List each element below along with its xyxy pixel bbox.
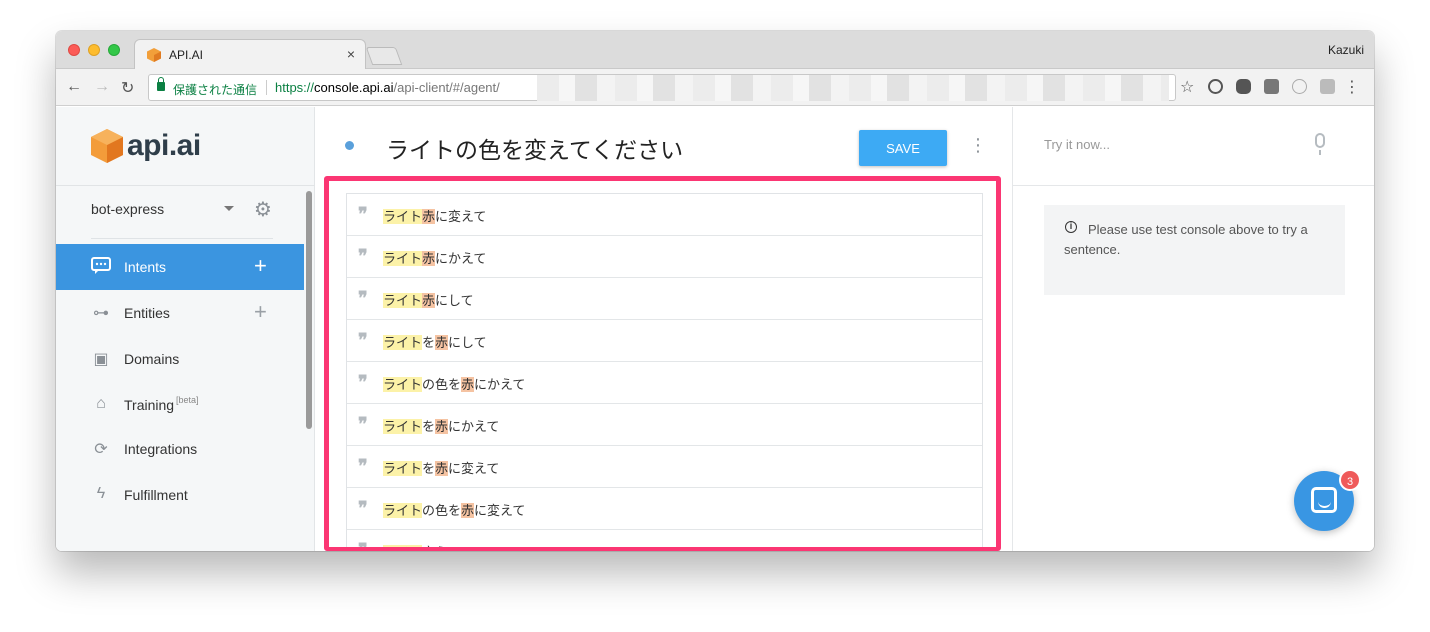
console-divider bbox=[1013, 185, 1374, 186]
intent-name-field[interactable]: ライトの色を変えてください bbox=[386, 131, 683, 165]
extension-square-icon[interactable] bbox=[1264, 79, 1279, 94]
redacted-url-region bbox=[537, 75, 1169, 101]
sidebar-item-label: Training bbox=[124, 397, 175, 413]
browser-tab[interactable]: API.AI × bbox=[134, 39, 366, 70]
info-message-box: i Please use test console above to try a… bbox=[1044, 205, 1345, 295]
bookmark-star-icon[interactable]: ☆ bbox=[1180, 77, 1194, 97]
omnibox-divider bbox=[266, 80, 267, 95]
address-toolbar: ← → ↻ 保護された通信 https://console.api.ai/api… bbox=[56, 69, 1374, 106]
logo-box-icon bbox=[91, 129, 123, 163]
sidebar-item-label: Entities bbox=[124, 305, 170, 321]
close-window-button[interactable] bbox=[68, 44, 80, 56]
secure-label: 保護された通信 bbox=[173, 83, 258, 97]
tab-title: API.AI bbox=[169, 48, 204, 62]
sidebar-item-label: Fulfillment bbox=[124, 487, 188, 503]
chat-notification-badge: 3 bbox=[1339, 469, 1361, 491]
add-entities-icon[interactable]: + bbox=[254, 299, 267, 325]
sidebar-item-label: Integrations bbox=[124, 441, 198, 457]
graduation-cap-icon: ⌂ bbox=[96, 395, 106, 412]
gear-icon[interactable]: ⚙ bbox=[254, 197, 272, 222]
sync-icon: ⟳ bbox=[94, 441, 108, 458]
sidebar-item-label: Intents bbox=[124, 259, 167, 275]
minimize-window-button[interactable] bbox=[88, 44, 100, 56]
sidebar-item-domains[interactable]: ▣ Domains bbox=[56, 336, 304, 382]
extension-image-icon[interactable] bbox=[1320, 79, 1335, 94]
back-arrow-icon[interactable]: ← bbox=[66, 78, 82, 96]
sidebar-item-fulfillment[interactable]: ϟ Fulfillment bbox=[56, 472, 304, 518]
agent-divider bbox=[91, 238, 273, 239]
forward-arrow-icon[interactable]: → bbox=[94, 78, 110, 96]
sidebar: api.ai bot-express ⚙ Intents + ⊶ Entities + ▣… bbox=[56, 107, 315, 551]
extension-circle-icon[interactable] bbox=[1292, 79, 1307, 94]
save-button[interactable]: SAVE bbox=[859, 130, 947, 166]
intent-status-dot bbox=[345, 141, 354, 150]
sidebar-item-entities[interactable]: ⊶ Entities + bbox=[56, 290, 304, 336]
agent-name[interactable]: bot-express bbox=[91, 201, 164, 217]
sidebar-item-training[interactable]: ⌂ Training [beta] bbox=[56, 382, 304, 428]
sidebar-divider bbox=[56, 185, 315, 186]
sidebar-item-label: Domains bbox=[124, 351, 180, 367]
logo-text: api.ai bbox=[127, 129, 201, 162]
intent-editor: ライトの色を変えてください SAVE ⋮ ❞ ライト赤に変えて ❞ ライト赤にかえて ❞… bbox=[315, 107, 1012, 551]
chat-icon bbox=[1311, 487, 1337, 513]
hierarchy-icon: ⊶ bbox=[93, 305, 109, 322]
info-message: Please use test console above to try a s… bbox=[1064, 222, 1308, 257]
tab-close-icon[interactable]: × bbox=[347, 46, 355, 62]
zoom-window-button[interactable] bbox=[108, 44, 120, 56]
tab-bar: API.AI × Kazuki bbox=[56, 31, 1374, 70]
sidebar-item-integrations[interactable]: ⟳ Integrations bbox=[56, 426, 304, 472]
book-icon: ▣ bbox=[93, 351, 109, 368]
test-console-panel: Try it now... i Please use test console … bbox=[1012, 107, 1374, 551]
extension-info-icon[interactable] bbox=[1208, 79, 1223, 94]
try-it-input[interactable]: Try it now... bbox=[1044, 137, 1110, 152]
url-text: https://console.api.ai/api-client/#/agen… bbox=[275, 80, 500, 95]
highlight-frame bbox=[324, 176, 1001, 551]
browser-window: API.AI × Kazuki ← → ↻ 保護された通信 https://co… bbox=[56, 31, 1374, 551]
sidebar-scroll-thumb[interactable] bbox=[306, 191, 312, 429]
url-scheme: https:// bbox=[275, 80, 315, 95]
more-options-icon[interactable]: ⋮ bbox=[969, 135, 987, 156]
sidebar-item-intents[interactable]: Intents + bbox=[56, 244, 304, 290]
add-intents-icon[interactable]: + bbox=[254, 253, 267, 279]
url-path: /api-client/#/agent/ bbox=[393, 80, 500, 95]
microphone-icon[interactable] bbox=[1315, 133, 1325, 155]
reload-icon[interactable]: ↻ bbox=[121, 78, 134, 98]
address-bar[interactable]: 保護された通信 https://console.api.ai/api-clien… bbox=[148, 74, 1176, 101]
profile-name[interactable]: Kazuki bbox=[1328, 43, 1364, 57]
sidebar-scrollbar[interactable] bbox=[304, 185, 315, 551]
lock-icon bbox=[157, 77, 165, 91]
browser-menu-icon[interactable]: ⋮ bbox=[1344, 77, 1360, 97]
app-area: api.ai bot-express ⚙ Intents + ⊶ Entities + ▣… bbox=[56, 107, 1374, 551]
agent-dropdown-icon[interactable] bbox=[224, 206, 234, 211]
evernote-extension-icon[interactable] bbox=[1236, 79, 1251, 94]
new-tab-button[interactable] bbox=[365, 47, 403, 65]
api-ai-favicon-icon bbox=[147, 48, 161, 62]
chat-bubble-icon bbox=[91, 257, 111, 277]
beta-tag: [beta] bbox=[176, 395, 199, 405]
lightning-icon: ϟ bbox=[96, 485, 106, 502]
url-host: console.api.ai bbox=[314, 80, 394, 95]
